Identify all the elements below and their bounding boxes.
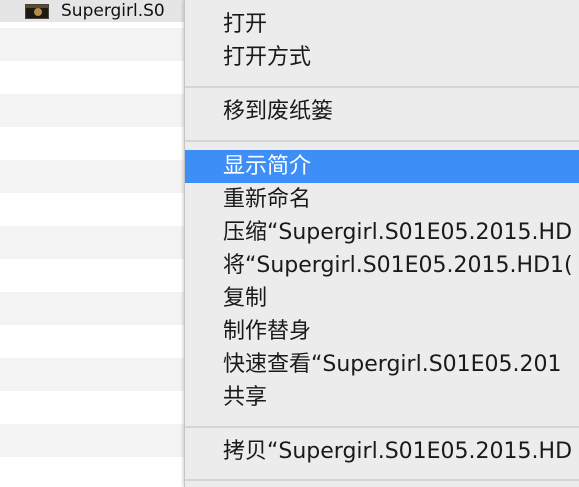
menu-separator xyxy=(185,479,579,481)
menu-item-open[interactable]: 打开 xyxy=(185,8,579,41)
menu-item-get-info[interactable]: 显示简介 xyxy=(185,150,579,183)
menu-separator xyxy=(185,426,579,428)
menu-item-move-to-trash[interactable]: 移到废纸篓 xyxy=(185,95,579,128)
menu-separator xyxy=(185,86,579,88)
menu-item-quick-look[interactable]: 快速查看“Supergirl.S01E05.201 xyxy=(185,348,579,381)
menu-item-duplicate[interactable]: 复制 xyxy=(185,282,579,315)
file-name[interactable]: Supergirl.S0 xyxy=(61,1,165,21)
menu-item-share[interactable]: 共享 xyxy=(185,381,579,414)
menu-item-burn[interactable]: 将“Supergirl.S01E05.2015.HD1( xyxy=(185,249,579,282)
video-thumbnail-icon xyxy=(25,4,49,19)
menu-item-copy[interactable]: 拷贝“Supergirl.S01E05.2015.HD xyxy=(185,435,579,468)
menu-item-make-alias[interactable]: 制作替身 xyxy=(185,315,579,348)
menu-item-compress[interactable]: 压缩“Supergirl.S01E05.2015.HD xyxy=(185,216,579,249)
context-menu: 打开 打开方式 移到废纸篓 显示简介 重新命名 压缩“Supergirl.S01… xyxy=(184,0,579,487)
menu-item-rename[interactable]: 重新命名 xyxy=(185,183,579,216)
menu-item-open-with[interactable]: 打开方式 xyxy=(185,41,579,74)
menu-separator xyxy=(185,140,579,142)
